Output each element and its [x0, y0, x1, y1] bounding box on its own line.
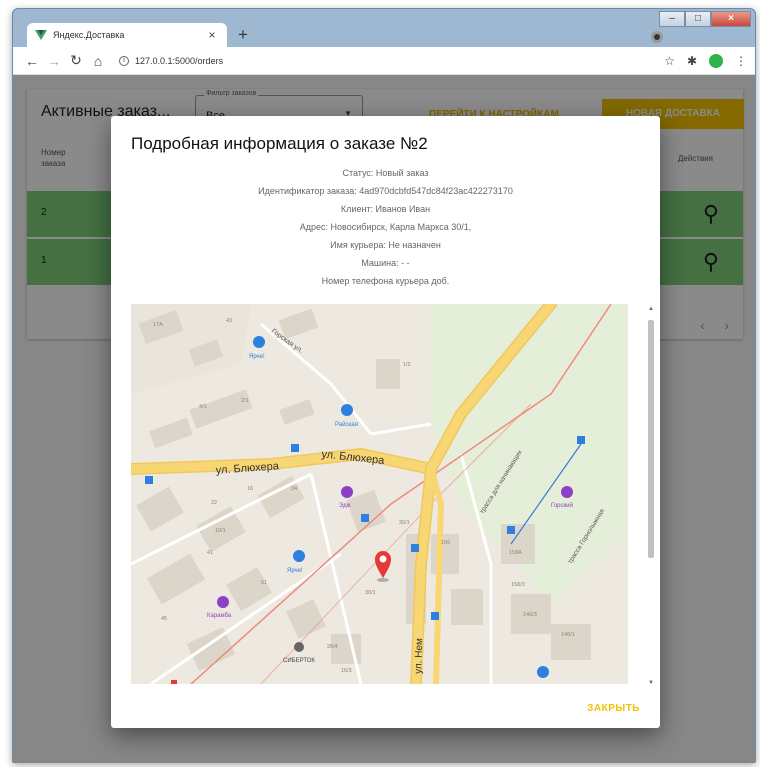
order-details-dialog: Подробная информация о заказе №2 Статус:…	[111, 116, 660, 728]
svg-text:26/4: 26/4	[327, 644, 338, 650]
svg-text:43: 43	[226, 318, 232, 324]
street-label: ул. Нем	[413, 638, 425, 674]
svg-text:34: 34	[291, 486, 297, 492]
back-icon[interactable]: ←	[21, 53, 43, 69]
minimize-button[interactable]: –	[659, 11, 685, 27]
svg-text:22: 22	[211, 500, 217, 506]
window-controls: – □ ×	[659, 11, 751, 27]
courier-car: Машина: - -	[361, 258, 410, 268]
tab-title: Яндекс.Доставка	[53, 30, 125, 40]
vue-logo-icon	[35, 30, 47, 40]
svg-text:10/1: 10/1	[215, 528, 226, 534]
new-tab-button[interactable]: +	[233, 26, 253, 44]
info-icon[interactable]: i	[119, 55, 129, 66]
svg-text:156: 156	[441, 540, 450, 546]
yandex-map[interactable]: ул. Блюхера ул. Блюхера ул. Нем Горская …	[131, 304, 628, 684]
svg-text:Горский: Горский	[551, 502, 573, 509]
svg-text:17А: 17А	[153, 322, 163, 328]
svg-text:1/2: 1/2	[403, 362, 411, 368]
svg-text:16/3: 16/3	[341, 668, 352, 674]
reload-icon[interactable]: ↻	[65, 52, 87, 69]
dialog-title: Подробная информация о заказе №2	[131, 134, 428, 153]
map-canvas[interactable]: ул. Блюхера ул. Блюхера ул. Нем Горская …	[131, 304, 628, 684]
order-client: Клиент: Иванов Иван	[340, 204, 431, 214]
address-bar[interactable]: i 127.0.0.1:5000/orders	[119, 55, 664, 66]
svg-text:16: 16	[247, 486, 253, 492]
svg-text:158/3: 158/3	[511, 582, 525, 588]
svg-text:Райская: Райская	[335, 421, 358, 428]
order-status: Статус: Новый заказ	[342, 168, 429, 178]
scroll-up-icon[interactable]: ▲	[648, 306, 654, 312]
order-details: Статус: Новый заказ Идентификатор заказа…	[111, 164, 660, 290]
extension-avatar-icon[interactable]	[709, 53, 723, 68]
svg-text:146/1: 146/1	[561, 632, 575, 638]
svg-text:4/1: 4/1	[199, 404, 207, 410]
svg-text:Эдж: Эдж	[339, 503, 351, 509]
svg-text:146/3: 146/3	[523, 612, 537, 618]
tab-close-icon[interactable]: ×	[205, 28, 219, 42]
svg-text:30/1: 30/1	[399, 520, 410, 526]
svg-text:Ярче!: Ярче!	[249, 354, 265, 360]
window-close-button[interactable]: ×	[711, 11, 751, 27]
svg-text:45: 45	[161, 616, 167, 622]
browser-toolbar: ← → ↻ ⌂ i 127.0.0.1:5000/orders ☆ ✱ ⋮	[13, 47, 755, 75]
svg-text:Ярче!: Ярче!	[287, 568, 303, 574]
close-dialog-button[interactable]: ЗАКРЫТЬ	[587, 703, 640, 714]
scroll-down-icon[interactable]: ▼	[648, 680, 654, 686]
forward-icon[interactable]: →	[43, 53, 65, 69]
svg-text:51: 51	[261, 580, 267, 586]
extensions-icon[interactable]: ✱	[687, 54, 697, 68]
bookmark-star-icon[interactable]: ☆	[664, 54, 675, 68]
svg-text:СИБЕРТОК: СИБЕРТОК	[283, 658, 315, 664]
svg-text:158А: 158А	[509, 550, 522, 556]
svg-text:30/1: 30/1	[365, 590, 376, 596]
browser-tab[interactable]: Яндекс.Доставка ×	[27, 23, 227, 47]
tab-strip: Яндекс.Доставка × + – □ ×	[13, 9, 755, 47]
scrollbar-thumb[interactable]	[648, 320, 654, 558]
menu-icon[interactable]: ⋮	[735, 54, 747, 68]
svg-text:2/1: 2/1	[241, 398, 249, 404]
map-scrollbar[interactable]: ▲ ▼	[647, 306, 655, 686]
courier-phone: Номер телефона курьера доб.	[321, 276, 450, 286]
svg-text:Карамба: Карамба	[207, 613, 232, 619]
url-text: 127.0.0.1:5000/orders	[135, 55, 224, 66]
courier-name: Имя курьера: Не назначен	[330, 240, 441, 250]
order-id: Идентификатор заказа: 4ad970dcbfd547dc84…	[258, 186, 513, 196]
maximize-button[interactable]: □	[685, 11, 711, 27]
svg-text:41: 41	[207, 550, 213, 556]
home-icon[interactable]: ⌂	[87, 53, 109, 69]
order-address: Адрес: Новосибирск, Карла Маркса 30/1,	[299, 222, 472, 232]
profile-icon[interactable]	[651, 31, 663, 43]
